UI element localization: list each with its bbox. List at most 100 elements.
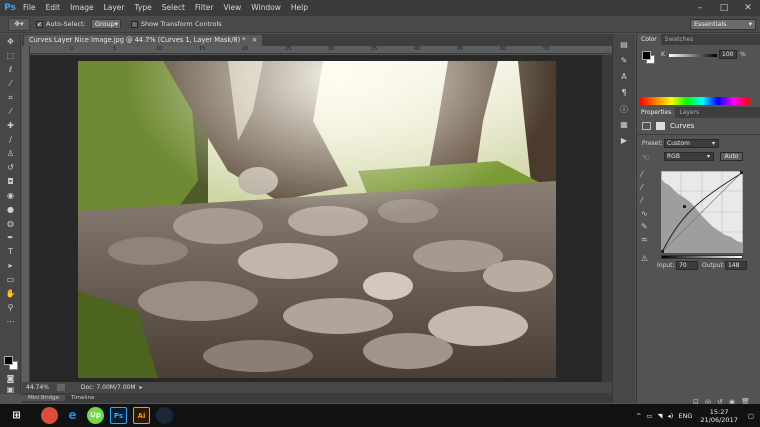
windows-taskbar: ⊞ e Up Ps Ai ^ ▭ ◥ ◂) ENG 15:27 21/06/20… xyxy=(0,404,760,427)
menu-type[interactable]: Type xyxy=(130,0,157,16)
menu-select[interactable]: Select xyxy=(157,0,190,16)
ruler-tick: 40 xyxy=(414,46,421,52)
menu-window[interactable]: Window xyxy=(246,0,286,16)
windows-start-icon[interactable]: ⊞ xyxy=(8,407,25,424)
history-icon[interactable]: ▤ xyxy=(617,40,631,50)
notifications-icon[interactable]: ▢ xyxy=(748,412,754,420)
brush-tool-icon[interactable]: ∕ xyxy=(4,134,17,146)
output-field[interactable]: 148 xyxy=(725,261,747,270)
show-hidden-icons[interactable]: ^ xyxy=(636,412,641,420)
menu-filter[interactable]: Filter xyxy=(190,0,219,16)
workspace-dropdown[interactable]: Essentials ▾ xyxy=(690,19,756,30)
eyedropper-tool-icon[interactable]: ⁄ xyxy=(4,106,17,118)
tab-swatches[interactable]: Swatches xyxy=(661,34,698,45)
foreground-color-swatch[interactable] xyxy=(4,356,13,365)
menu-edit[interactable]: Edit xyxy=(41,0,66,16)
eraser-tool-icon[interactable]: ◘ xyxy=(4,176,17,188)
close-tab-icon[interactable]: × xyxy=(252,36,258,44)
tab-properties[interactable]: Properties xyxy=(637,107,676,118)
zoom-tool-icon[interactable]: ⚲ xyxy=(4,302,17,314)
clock[interactable]: 15:27 21/06/2017 xyxy=(700,408,737,424)
paragraph-icon[interactable]: ¶ xyxy=(617,88,631,98)
share-icon[interactable] xyxy=(56,384,65,391)
brush-presets-icon[interactable]: ✎ xyxy=(617,56,631,66)
crop-tool-icon[interactable]: ⌗ xyxy=(4,92,17,104)
tab-mini-bridge[interactable]: Mini Bridge xyxy=(22,395,65,401)
curve-point-icon[interactable]: ∿ xyxy=(641,207,655,220)
tab-layers[interactable]: Layers xyxy=(675,107,703,118)
language-indicator[interactable]: ENG xyxy=(678,412,692,420)
preset-dropdown[interactable]: Custom ▾ xyxy=(664,139,719,148)
upwork-icon[interactable]: Up xyxy=(87,407,104,424)
maximize-button[interactable]: □ xyxy=(712,0,736,16)
blur-tool-icon[interactable]: ● xyxy=(4,204,17,216)
k-value-field[interactable]: 100 xyxy=(719,50,737,59)
marquee-tool-icon[interactable]: ⬚ xyxy=(4,50,17,62)
swatches-dock-icon[interactable]: ▦ xyxy=(617,120,631,130)
eyedropper-white-icon[interactable]: ⁄ xyxy=(641,194,655,207)
zoom-level[interactable]: 44.74% xyxy=(26,384,49,391)
history-brush-tool-icon[interactable]: ↺ xyxy=(4,162,17,174)
curves-graph[interactable] xyxy=(661,171,743,253)
clipping-icon[interactable]: ⚠ xyxy=(641,252,655,265)
screen-mode-icon[interactable]: ▣ xyxy=(4,384,17,396)
steam-icon[interactable] xyxy=(156,407,173,424)
menu-image[interactable]: Image xyxy=(65,0,99,16)
wifi-icon[interactable]: ◥ xyxy=(658,412,663,420)
clone-stamp-tool-icon[interactable]: ♙ xyxy=(4,148,17,160)
smooth-curve-icon[interactable]: ≈ xyxy=(641,233,655,246)
foreground-color-swatch[interactable] xyxy=(642,51,651,60)
volume-icon[interactable]: ◂) xyxy=(668,412,674,420)
info-icon[interactable]: ⓘ xyxy=(617,104,631,114)
canvas-image[interactable] xyxy=(78,61,556,378)
eyedropper-gray-icon[interactable]: ⁄ xyxy=(641,181,655,194)
menu-file[interactable]: File xyxy=(18,0,41,16)
curve-pencil-icon[interactable]: ✎ xyxy=(641,220,655,233)
ruler-tick: 5 xyxy=(113,46,117,52)
pen-tool-icon[interactable]: ✒ xyxy=(4,232,17,244)
illustrator-taskbar-icon[interactable]: Ai xyxy=(133,407,150,424)
channel-dropdown[interactable]: RGB ▾ xyxy=(664,152,714,161)
healing-brush-tool-icon[interactable]: ✚ xyxy=(4,120,17,132)
chrome-icon[interactable] xyxy=(41,407,58,424)
dodge-tool-icon[interactable]: ◍ xyxy=(4,218,17,230)
close-button[interactable]: ✕ xyxy=(736,0,760,16)
path-selection-tool-icon[interactable]: ▸ xyxy=(4,260,17,272)
show-transform-checkbox[interactable] xyxy=(130,20,138,28)
photoshop-taskbar-icon[interactable]: Ps xyxy=(110,407,127,424)
move-tool-icon[interactable]: ✥ xyxy=(4,36,17,48)
move-tool-preset-icon[interactable]: ✥▾ xyxy=(8,17,30,31)
more-tools-icon[interactable]: ⋯ xyxy=(4,316,17,326)
status-menu-arrow-icon[interactable]: ▸ xyxy=(140,384,143,391)
layer-mask-icon[interactable] xyxy=(656,122,665,130)
minimize-button[interactable]: – xyxy=(688,0,712,16)
actions-icon[interactable]: ▶ xyxy=(617,136,631,146)
ruler-tick: 20 xyxy=(242,46,249,52)
hand-adjust-icon[interactable]: ☜ xyxy=(642,153,649,162)
menu-layer[interactable]: Layer xyxy=(99,0,130,16)
type-tool-icon[interactable]: T xyxy=(4,246,17,258)
auto-select-checkbox[interactable]: ✓ xyxy=(36,20,43,28)
menu-help[interactable]: Help xyxy=(286,0,313,16)
edge-icon[interactable]: e xyxy=(64,407,81,424)
menu-view[interactable]: View xyxy=(218,0,246,16)
quick-select-tool-icon[interactable]: ⁄ xyxy=(4,78,17,90)
character-icon[interactable]: A xyxy=(617,72,631,82)
auto-button[interactable]: Auto xyxy=(720,152,743,161)
network-icon[interactable]: ▭ xyxy=(646,412,652,420)
vertical-scrollbar[interactable] xyxy=(602,55,612,382)
document-tab[interactable]: Curves Layer Nice Image.jpg @ 44.7% (Cur… xyxy=(24,35,263,46)
hand-tool-icon[interactable]: ✋ xyxy=(4,288,17,300)
k-slider[interactable] xyxy=(669,54,717,57)
paint-bucket-tool-icon[interactable]: ◉ xyxy=(4,190,17,202)
input-field[interactable]: 70 xyxy=(676,261,698,270)
color-spectrum[interactable] xyxy=(640,97,749,105)
tab-color[interactable]: Color xyxy=(637,34,661,45)
chevron-down-icon: ▾ xyxy=(114,20,118,28)
rectangle-tool-icon[interactable]: ▭ xyxy=(4,274,17,286)
auto-select-dropdown[interactable]: Group ▾ xyxy=(90,19,121,29)
tab-timeline[interactable]: Timeline xyxy=(65,395,100,401)
lasso-tool-icon[interactable]: ℓ xyxy=(4,64,17,76)
input-gradient-bar xyxy=(661,255,743,259)
eyedropper-black-icon[interactable]: ⁄ xyxy=(641,168,655,181)
